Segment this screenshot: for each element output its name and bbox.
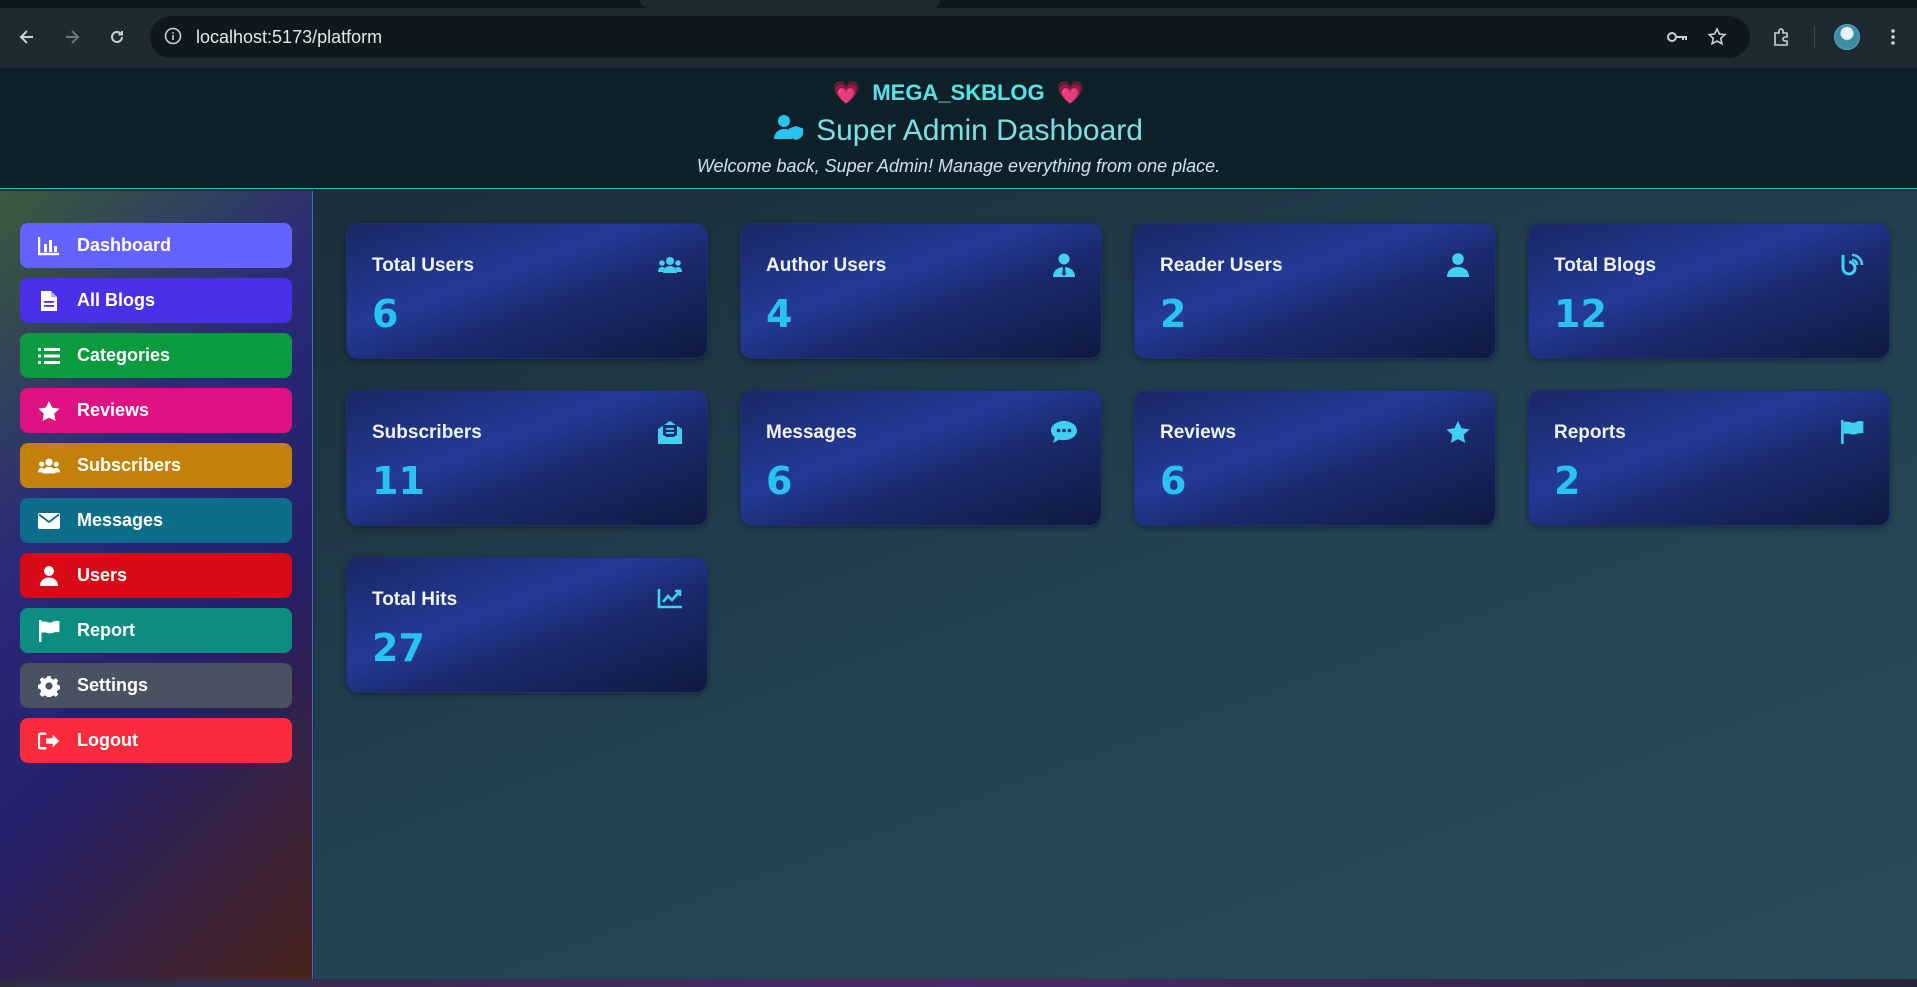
page-title-text: Super Admin Dashboard bbox=[816, 114, 1143, 147]
stat-card-messages[interactable]: Messages 6 bbox=[740, 390, 1102, 526]
stat-card-total-hits[interactable]: Total Hits 27 bbox=[346, 557, 708, 693]
profile-avatar[interactable] bbox=[1834, 24, 1860, 50]
stat-card-total-blogs[interactable]: Total Blogs 12 bbox=[1528, 223, 1890, 359]
users-icon bbox=[657, 252, 683, 278]
logout-icon bbox=[38, 730, 60, 752]
gear-icon bbox=[38, 675, 60, 697]
stat-card-reports[interactable]: Reports 2 bbox=[1528, 390, 1890, 526]
sidebar-item-label: Reviews bbox=[77, 400, 150, 420]
flag-icon bbox=[1839, 419, 1865, 445]
stat-card-total-users[interactable]: Total Users 6 bbox=[346, 223, 708, 359]
user-shield-icon bbox=[774, 114, 804, 148]
blog-icon bbox=[1839, 252, 1865, 278]
extensions-icon[interactable] bbox=[1766, 22, 1796, 52]
brand: 💗 MEGA_SKBLOG 💗 bbox=[0, 80, 1917, 106]
password-key-icon[interactable] bbox=[1662, 22, 1692, 52]
stat-label: Reports bbox=[1554, 422, 1626, 443]
sidebar-item-label: Settings bbox=[77, 675, 149, 695]
browser-toolbar: localhost:5173/platform bbox=[0, 0, 1917, 68]
stat-card-reader-users[interactable]: Reader Users 2 bbox=[1134, 223, 1496, 359]
user-tie-icon bbox=[1051, 252, 1077, 278]
reload-icon[interactable] bbox=[102, 22, 132, 52]
tab-strip bbox=[0, 0, 1917, 8]
sidebar-item-label: Categories bbox=[77, 345, 171, 365]
stat-value: 27 bbox=[372, 626, 425, 670]
active-tab[interactable] bbox=[640, 0, 940, 8]
window-bottom-edge bbox=[0, 979, 1917, 987]
sidebar-item-messages[interactable]: Messages bbox=[20, 498, 292, 543]
user-icon bbox=[1445, 252, 1471, 278]
main-content: Total Users 6 Author Users 4 Reader User… bbox=[314, 191, 1917, 987]
envelope-icon bbox=[38, 510, 60, 532]
toolbar-divider bbox=[1814, 26, 1815, 48]
app-header: 💗 MEGA_SKBLOG 💗 Super Admin Dashboard We… bbox=[0, 68, 1917, 189]
users-icon bbox=[38, 455, 60, 477]
stat-value: 6 bbox=[1160, 459, 1187, 503]
stat-label: Total Users bbox=[372, 255, 475, 276]
sidebar: Dashboard All Blogs Categories Reviews S… bbox=[0, 191, 313, 987]
brand-name: MEGA_SKBLOG bbox=[872, 80, 1045, 105]
star-icon bbox=[38, 400, 60, 422]
heart-icon: 💗 bbox=[832, 80, 861, 105]
stat-value: 6 bbox=[766, 459, 793, 503]
stat-value: 12 bbox=[1554, 292, 1607, 336]
menu-dots-icon[interactable] bbox=[1878, 22, 1908, 52]
url-text[interactable]: localhost:5173/platform bbox=[196, 27, 382, 48]
heart-icon: 💗 bbox=[1056, 80, 1085, 105]
sidebar-item-dashboard[interactable]: Dashboard bbox=[20, 223, 292, 268]
sidebar-item-logout[interactable]: Logout bbox=[20, 718, 292, 763]
sidebar-item-users[interactable]: Users bbox=[20, 553, 292, 598]
stat-value: 6 bbox=[372, 292, 399, 336]
stat-value: 2 bbox=[1554, 459, 1581, 503]
stat-value: 11 bbox=[372, 459, 425, 503]
stat-card-author-users[interactable]: Author Users 4 bbox=[740, 223, 1102, 359]
sidebar-item-label: Dashboard bbox=[77, 235, 172, 255]
stat-value: 4 bbox=[766, 292, 793, 336]
sidebar-item-label: Report bbox=[77, 620, 135, 640]
stat-label: Total Hits bbox=[372, 589, 458, 610]
sidebar-item-subscribers[interactable]: Subscribers bbox=[20, 443, 292, 488]
sidebar-item-report[interactable]: Report bbox=[20, 608, 292, 653]
sidebar-item-categories[interactable]: Categories bbox=[20, 333, 292, 378]
flag-icon bbox=[38, 620, 60, 642]
sidebar-item-label: Logout bbox=[77, 730, 138, 750]
stat-label: Subscribers bbox=[372, 422, 482, 443]
sidebar-item-settings[interactable]: Settings bbox=[20, 663, 292, 708]
welcome-message: Welcome back, Super Admin! Manage everyt… bbox=[696, 156, 1221, 176]
sidebar-item-label: Messages bbox=[77, 510, 164, 530]
stat-label: Reader Users bbox=[1160, 255, 1283, 276]
chart-line-icon bbox=[657, 586, 683, 612]
stat-label: Messages bbox=[766, 422, 857, 443]
sidebar-item-reviews[interactable]: Reviews bbox=[20, 388, 292, 433]
stat-label: Author Users bbox=[766, 255, 887, 276]
sidebar-item-label: All Blogs bbox=[77, 290, 156, 310]
user-icon bbox=[38, 565, 60, 587]
sidebar-item-all-blogs[interactable]: All Blogs bbox=[20, 278, 292, 323]
back-icon[interactable] bbox=[12, 22, 42, 52]
sidebar-item-label: Subscribers bbox=[77, 455, 182, 475]
stat-label: Total Blogs bbox=[1554, 255, 1657, 276]
stat-label: Reviews bbox=[1160, 422, 1237, 443]
chart-bar-icon bbox=[38, 235, 60, 257]
bookmark-star-icon[interactable] bbox=[1702, 22, 1732, 52]
list-icon bbox=[38, 345, 60, 367]
page-title: Super Admin Dashboard bbox=[0, 114, 1917, 148]
sidebar-item-label: Users bbox=[77, 565, 128, 585]
file-icon bbox=[38, 290, 60, 312]
address-bar[interactable]: localhost:5173/platform bbox=[150, 16, 1750, 58]
stat-card-reviews[interactable]: Reviews 6 bbox=[1134, 390, 1496, 526]
comment-icon bbox=[1051, 419, 1077, 445]
site-info-icon[interactable] bbox=[164, 27, 182, 50]
forward-icon[interactable] bbox=[57, 22, 87, 52]
stat-card-subscribers[interactable]: Subscribers 11 bbox=[346, 390, 708, 526]
star-icon bbox=[1445, 419, 1471, 445]
envelope-open-icon bbox=[657, 419, 683, 445]
stat-value: 2 bbox=[1160, 292, 1187, 336]
